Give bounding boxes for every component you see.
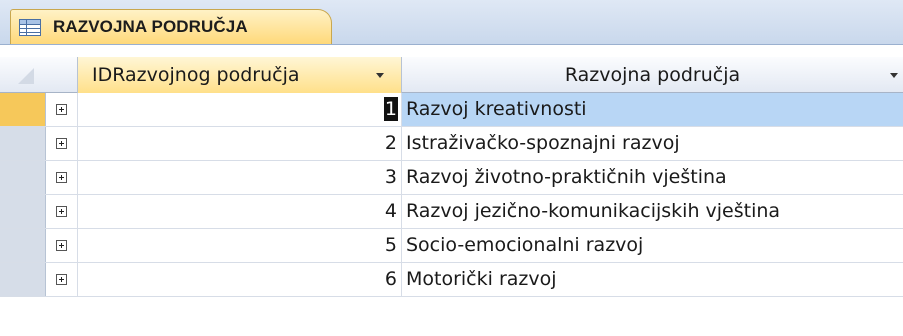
row-selector[interactable]	[0, 127, 46, 160]
column-header-id[interactable]: IDRazvojnog područja	[78, 57, 402, 93]
table-row[interactable]: 4 Razvoj jezično-komunikacijskih vještin…	[0, 195, 903, 229]
expander-cell	[46, 161, 78, 194]
table-row[interactable]: 3 Razvoj životno-praktičnih vještina	[0, 161, 903, 195]
expand-plus-icon[interactable]	[56, 138, 67, 149]
id-cell[interactable]: 3	[78, 161, 402, 194]
name-cell[interactable]: Istraživačko-spoznajni razvoj	[402, 127, 903, 160]
expander-cell	[46, 195, 78, 228]
expand-plus-icon[interactable]	[56, 172, 67, 183]
table-row[interactable]: 1 Razvoj kreativnosti	[0, 93, 903, 127]
grid-rows: 1 Razvoj kreativnosti 2 Istraživačko-spo…	[0, 93, 903, 297]
id-cell[interactable]: 1	[78, 93, 402, 126]
id-cell[interactable]: 6	[78, 263, 402, 296]
expand-plus-icon[interactable]	[56, 274, 67, 285]
select-all-button[interactable]	[0, 57, 78, 93]
expander-cell	[46, 93, 78, 126]
column-header-name-label: Razvojna područja	[564, 64, 741, 86]
column-header-name[interactable]: Razvojna područja	[402, 57, 903, 93]
grid-header: IDRazvojnog područja Razvojna područja	[0, 57, 903, 93]
id-value: 3	[384, 166, 397, 188]
table-row[interactable]: 2 Istraživačko-spoznajni razvoj	[0, 127, 903, 161]
column-id-dropdown-icon[interactable]	[376, 73, 384, 78]
id-cell[interactable]: 4	[78, 195, 402, 228]
column-header-id-label: IDRazvojnog područja	[92, 64, 300, 86]
row-selector[interactable]	[0, 263, 46, 296]
name-cell[interactable]: Razvoj životno-praktičnih vještina	[402, 161, 903, 194]
tab-title: RAZVOJNA PODRUČJA	[53, 17, 248, 36]
name-cell[interactable]: Motorički razvoj	[402, 263, 903, 296]
column-name-dropdown-icon[interactable]	[890, 73, 898, 78]
table-tab[interactable]: RAZVOJNA PODRUČJA	[10, 9, 332, 44]
id-cell[interactable]: 5	[78, 229, 402, 262]
id-value: 5	[384, 234, 397, 256]
name-cell[interactable]: Socio-emocionalni razvoj	[402, 229, 903, 262]
row-selector[interactable]	[0, 161, 46, 194]
row-selector[interactable]	[0, 93, 46, 126]
expand-plus-icon[interactable]	[56, 104, 67, 115]
name-cell[interactable]: Razvoj kreativnosti	[402, 93, 903, 126]
row-selector[interactable]	[0, 195, 46, 228]
expander-cell	[46, 263, 78, 296]
table-icon	[19, 18, 41, 36]
id-value: 1	[383, 97, 398, 121]
expand-plus-icon[interactable]	[56, 240, 67, 251]
id-cell[interactable]: 2	[78, 127, 402, 160]
object-tab-strip: RAZVOJNA PODRUČJA	[0, 0, 903, 45]
name-cell[interactable]: Razvoj jezično-komunikacijskih vještina	[402, 195, 903, 228]
expand-plus-icon[interactable]	[56, 206, 67, 217]
table-row[interactable]: 6 Motorički razvoj	[0, 263, 903, 297]
row-selector[interactable]	[0, 229, 46, 262]
expander-cell	[46, 229, 78, 262]
id-value: 4	[384, 200, 397, 222]
table-row[interactable]: 5 Socio-emocionalni razvoj	[0, 229, 903, 263]
id-value: 2	[384, 132, 397, 154]
expander-cell	[46, 127, 78, 160]
select-all-icon	[18, 68, 34, 84]
id-value: 6	[384, 268, 397, 290]
